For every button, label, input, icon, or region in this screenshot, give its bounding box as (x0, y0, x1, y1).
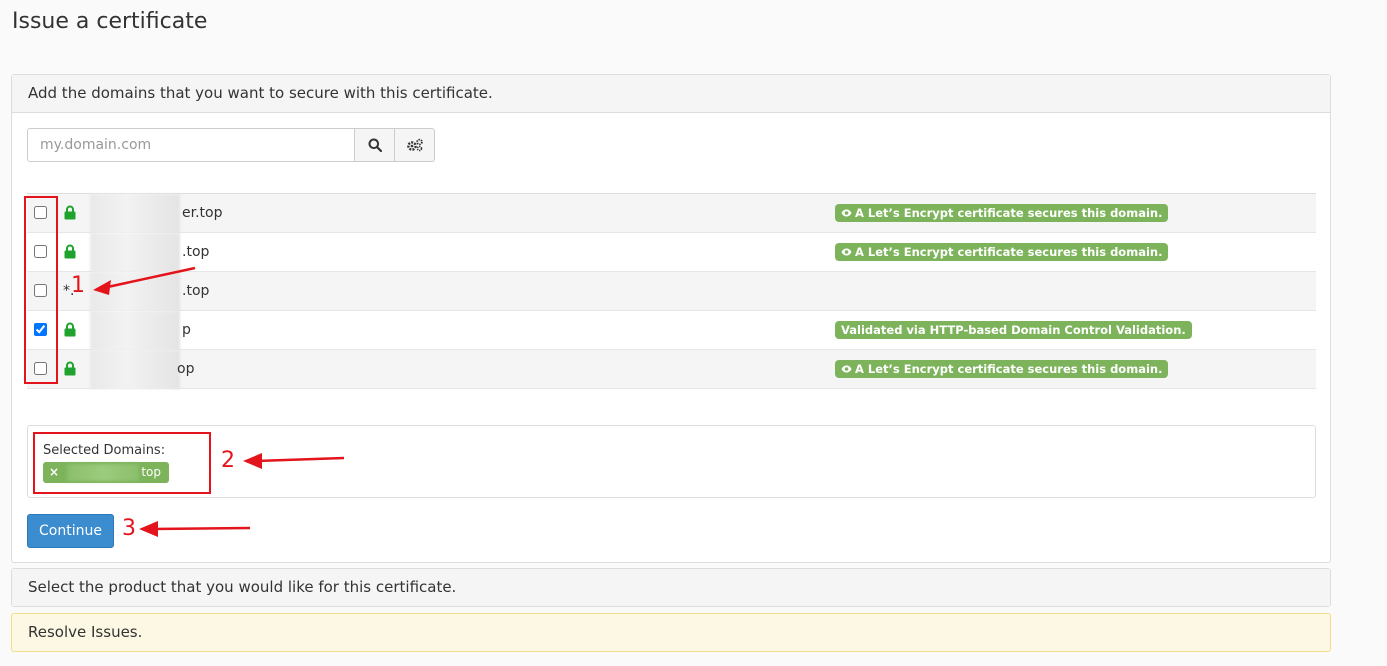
redacted-domain-blur (90, 194, 180, 233)
domain-checkbox[interactable] (34, 362, 47, 375)
eye-icon (841, 365, 852, 373)
domain-search-group (27, 128, 436, 162)
lock-icon (64, 322, 76, 337)
settings-button[interactable] (395, 128, 435, 162)
status-badge: A Let’s Encrypt certificate secures this… (835, 360, 1169, 378)
product-panel: Select the product that you would like f… (11, 568, 1331, 607)
remove-chip-icon[interactable]: × (49, 462, 59, 483)
page-title: Issue a certificate (12, 9, 208, 34)
domain-row: .top A Let’s Encrypt certificate secures… (27, 233, 1316, 272)
selected-domain-text: top (141, 465, 161, 479)
gears-icon (406, 138, 423, 152)
domain-name: .top (182, 244, 210, 260)
domain-name: op (177, 361, 195, 377)
lock-icon (64, 244, 76, 259)
domain-checkbox[interactable] (34, 245, 47, 258)
domain-list: er.top A Let’s Encrypt certificate secur… (27, 193, 1316, 389)
domain-row: *. .top (27, 272, 1316, 311)
domain-name: p (182, 322, 191, 338)
redacted-domain-blur (90, 272, 180, 311)
domain-search-input[interactable] (27, 128, 355, 162)
product-panel-heading[interactable]: Select the product that you would like f… (12, 569, 1330, 606)
resolve-issues-alert[interactable]: Resolve Issues. (11, 613, 1331, 652)
redacted-domain-blur (90, 350, 180, 389)
status-badge: A Let’s Encrypt certificate secures this… (835, 204, 1169, 222)
status-badge-text: A Let’s Encrypt certificate secures this… (855, 245, 1163, 259)
continue-button[interactable]: Continue (27, 514, 114, 548)
status-badge-text: A Let’s Encrypt certificate secures this… (855, 206, 1163, 220)
redacted-domain-blur (67, 464, 139, 481)
redacted-domain-blur (90, 233, 180, 272)
search-icon (368, 138, 382, 152)
lock-icon (64, 205, 76, 220)
domain-checkbox[interactable] (34, 323, 47, 336)
selected-domains-label: Selected Domains: (43, 443, 166, 458)
redacted-domain-blur (90, 311, 180, 350)
domain-row: op A Let’s Encrypt certificate secures t… (27, 350, 1316, 389)
domain-checkbox[interactable] (34, 284, 47, 297)
selected-domains-box: Selected Domains: × top (27, 425, 1316, 498)
search-button[interactable] (355, 128, 395, 162)
lock-icon (64, 361, 76, 376)
selected-domain-chip: × top (43, 462, 169, 483)
domain-row: er.top A Let’s Encrypt certificate secur… (27, 194, 1316, 233)
domain-row: p Validated via HTTP-based Domain Contro… (27, 311, 1316, 350)
domain-name: er.top (182, 205, 223, 221)
domains-panel: Add the domains that you want to secure … (11, 74, 1331, 563)
status-badge: A Let’s Encrypt certificate secures this… (835, 243, 1169, 261)
domains-panel-heading: Add the domains that you want to secure … (12, 75, 1330, 113)
status-badge: Validated via HTTP-based Domain Control … (835, 321, 1192, 339)
eye-icon (841, 209, 852, 217)
domain-name: .top (182, 283, 210, 299)
domain-wildcard-prefix: *. (63, 283, 75, 299)
eye-icon (841, 248, 852, 256)
domain-checkbox[interactable] (34, 206, 47, 219)
status-badge-text: A Let’s Encrypt certificate secures this… (855, 362, 1163, 376)
status-badge-text: Validated via HTTP-based Domain Control … (841, 323, 1186, 337)
